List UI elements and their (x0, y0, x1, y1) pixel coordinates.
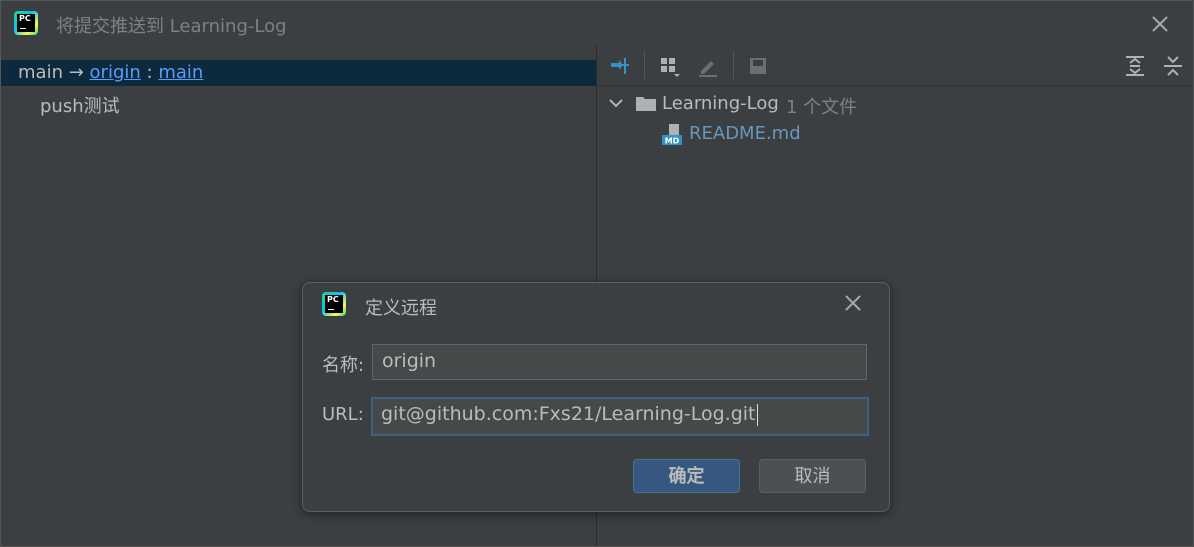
markdown-file-icon: MD (662, 124, 682, 146)
pycharm-logo-icon: PC (322, 292, 346, 316)
remote-branch-link[interactable]: main (158, 62, 203, 83)
name-label: 名称: (322, 355, 365, 376)
collapse-all-icon[interactable] (1161, 54, 1185, 78)
dialog-close-icon[interactable] (843, 293, 863, 313)
toolbar-separator (733, 51, 734, 79)
dialog-title: 定义远程 (365, 298, 437, 319)
local-branch: main (18, 62, 63, 83)
folder-icon (636, 97, 656, 111)
title-bar: PC 将提交推送到 Learning-Log (1, 1, 1193, 45)
tree-root-label: Learning-Log (662, 93, 779, 114)
cancel-button[interactable]: 取消 (759, 459, 866, 493)
expand-arrows-icon[interactable] (608, 54, 632, 78)
window-close-icon[interactable] (1150, 14, 1170, 34)
remote-link[interactable]: origin (90, 62, 141, 83)
window-title: 将提交推送到 Learning-Log (56, 16, 287, 37)
changes-toolbar (597, 45, 1193, 86)
name-input[interactable]: origin (372, 344, 867, 380)
expand-all-icon[interactable] (1123, 54, 1147, 78)
tree-file-label: README.md (689, 123, 801, 144)
save-icon[interactable] (746, 54, 770, 78)
pycharm-logo-icon: PC (14, 11, 38, 35)
push-branch-row[interactable]: main → origin : main (1, 60, 596, 86)
push-commits-window: PC 将提交推送到 Learning-Log main → origin : m… (0, 0, 1194, 547)
push-arrow-icon: → (68, 62, 84, 83)
define-remote-dialog: PC 定义远程 名称: origin URL: git@github.com:F… (302, 282, 890, 512)
text-caret (756, 403, 758, 426)
toolbar-separator (644, 51, 645, 79)
branch-separator: : (146, 62, 153, 83)
commit-item[interactable]: push测试 (40, 92, 120, 118)
tree-root-count: 1 个文件 (786, 97, 858, 118)
chevron-down-icon[interactable] (607, 94, 625, 112)
url-label: URL: (322, 404, 364, 425)
url-input-value: git@github.com:Fxs21/Learning-Log.git (381, 403, 756, 425)
group-by-icon[interactable] (658, 54, 682, 78)
file-type-badge: MD (665, 137, 680, 146)
edit-icon[interactable] (696, 54, 720, 78)
ok-button[interactable]: 确定 (633, 459, 740, 493)
url-input[interactable]: git@github.com:Fxs21/Learning-Log.git (371, 397, 869, 436)
